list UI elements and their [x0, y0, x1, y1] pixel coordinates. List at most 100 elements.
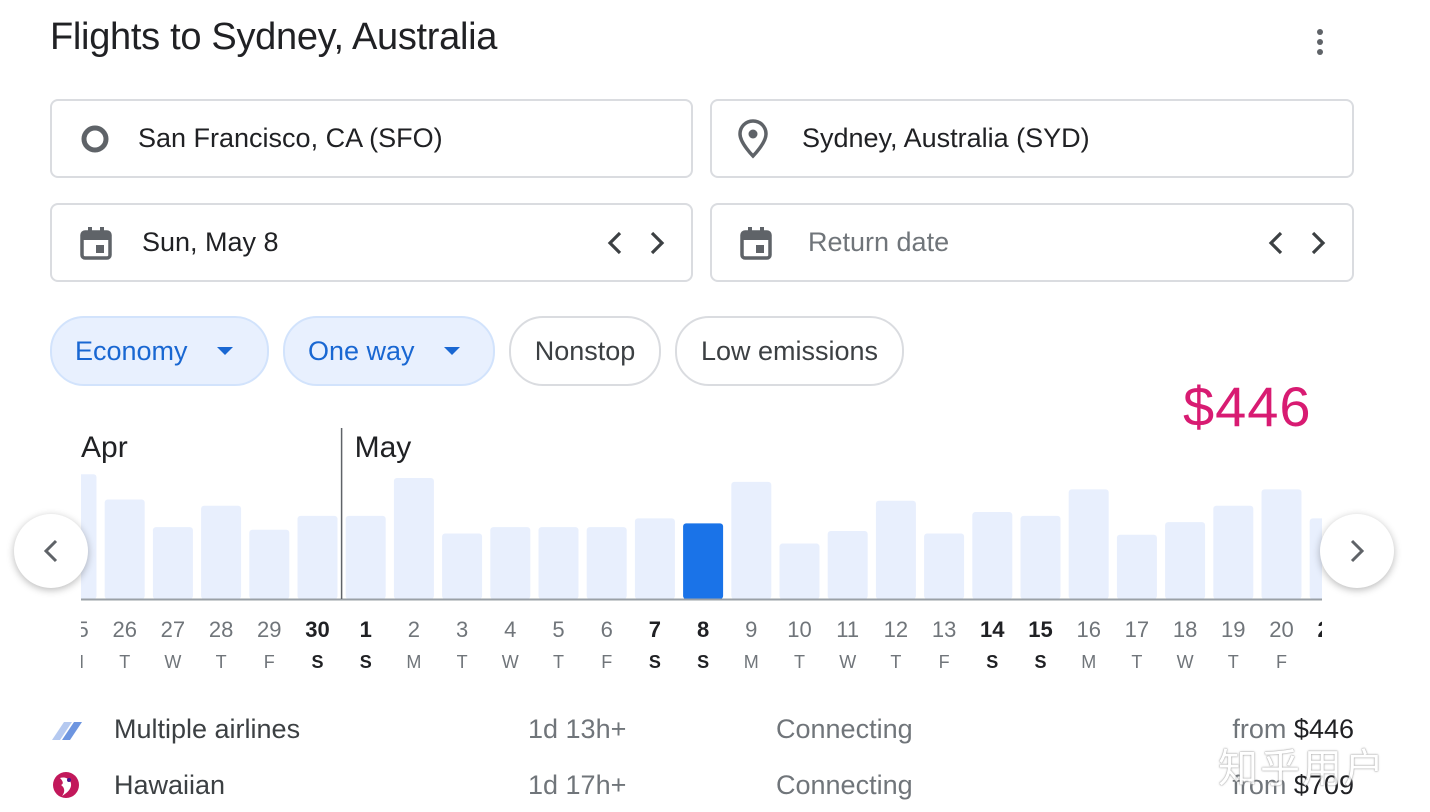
day-date-label: 14	[980, 617, 1005, 642]
day-of-week-label: S	[697, 652, 709, 672]
price-bar[interactable]	[779, 543, 820, 599]
chevron-right-icon	[1350, 539, 1365, 563]
day-date-label: 16	[1076, 617, 1100, 642]
day-date-label: 21	[1317, 617, 1341, 642]
month-label: Apr	[81, 431, 128, 464]
day-date-label: 7	[649, 617, 661, 642]
day-of-week-label: W	[839, 652, 856, 672]
nonstop-filter-chip[interactable]: Nonstop	[509, 316, 661, 386]
result-row[interactable]: Hawaiian 1d 17h+ Connecting from $709	[50, 764, 1360, 808]
day-of-week-label: S	[311, 652, 323, 672]
day-of-week-label: F	[601, 652, 612, 672]
day-date-label: 27	[161, 617, 185, 642]
price-bar[interactable]	[442, 533, 483, 599]
day-of-week-label: S	[1324, 652, 1336, 672]
next-date-chevron-icon[interactable]	[1306, 226, 1330, 260]
day-of-week-label: W	[1177, 652, 1194, 672]
more-options-icon[interactable]	[1300, 22, 1340, 62]
price-bar[interactable]	[297, 515, 338, 599]
day-of-week-label: W	[502, 652, 519, 672]
calendar-icon	[80, 226, 112, 260]
chart-scroll-right-button[interactable]	[1320, 514, 1394, 588]
day-of-week-label: F	[264, 652, 275, 672]
day-of-week-label: M	[744, 652, 759, 672]
origin-value: San Francisco, CA (SFO)	[138, 123, 443, 153]
destination-value: Sydney, Australia (SYD)	[802, 123, 1090, 153]
price-bar[interactable]	[1020, 515, 1061, 599]
price-bar[interactable]	[152, 527, 193, 599]
price-bar[interactable]	[345, 515, 386, 599]
day-of-week-label: T	[1131, 652, 1142, 672]
price-bar[interactable]	[924, 533, 965, 599]
location-pin-icon	[738, 118, 768, 159]
day-of-week-label: T	[553, 652, 564, 672]
price-bar[interactable]	[1261, 489, 1302, 599]
price-bar[interactable]	[1116, 534, 1157, 599]
price-bar[interactable]	[827, 530, 868, 599]
day-date-label: 30	[305, 617, 329, 642]
dropdown-arrow-icon	[443, 346, 461, 356]
price-bar[interactable]	[634, 518, 675, 599]
departure-date-value: Sun, May 8	[142, 227, 279, 257]
hawaiian-logo	[52, 770, 80, 807]
day-of-week-label: T	[119, 652, 130, 672]
day-of-week-label: T	[794, 652, 805, 672]
day-of-week-label: M	[69, 652, 84, 672]
day-date-label: 15	[1028, 617, 1052, 642]
day-of-week-label: T	[216, 652, 227, 672]
price-bar[interactable]	[1068, 489, 1109, 599]
day-date-label: 28	[209, 617, 233, 642]
stops-info: Connecting	[776, 714, 913, 744]
flight-duration: 1d 17h+	[528, 770, 627, 800]
previous-date-chevron-icon[interactable]	[1264, 226, 1288, 260]
price-calendar-chart: 25 M 26 T 27 W 28 T 29 F 30 S 1 S 2 M 3 T 4 W 5 T 6 F 7 S 8 S 9 M 10 T 1…	[69, 428, 1341, 672]
day-of-week-label: T	[890, 652, 901, 672]
price-bar[interactable]	[586, 527, 627, 599]
chart-scroll-left-button[interactable]	[14, 514, 88, 588]
day-of-week-label: S	[986, 652, 998, 672]
stops-info: Connecting	[776, 770, 913, 800]
day-date-label: 26	[112, 617, 136, 642]
calendar-icon	[740, 226, 772, 260]
day-of-week-label: M	[1081, 652, 1096, 672]
day-date-label: 12	[884, 617, 908, 642]
price-bar-selected[interactable]	[683, 523, 724, 599]
price-bar[interactable]	[1165, 522, 1206, 599]
flight-duration: 1d 13h+	[528, 714, 627, 744]
price-bar[interactable]	[731, 481, 772, 599]
next-date-chevron-icon[interactable]	[645, 226, 669, 260]
low-emissions-filter-chip[interactable]: Low emissions	[675, 316, 904, 386]
price-bar[interactable]	[538, 527, 579, 599]
trip-type-label: One way	[308, 335, 415, 366]
price-bar[interactable]	[972, 512, 1013, 599]
price-bar[interactable]	[875, 500, 916, 599]
price-bar[interactable]	[104, 499, 145, 599]
price-bar[interactable]	[201, 505, 242, 599]
day-date-label: 19	[1221, 617, 1245, 642]
day-date-label: 4	[504, 617, 516, 642]
previous-date-chevron-icon[interactable]	[603, 226, 627, 260]
price-bar[interactable]	[249, 529, 290, 599]
day-of-week-label: S	[1034, 652, 1046, 672]
price-bar[interactable]	[393, 478, 434, 599]
month-label: May	[355, 431, 412, 464]
day-of-week-label: S	[649, 652, 661, 672]
day-date-label: 11	[836, 617, 859, 642]
destination-field[interactable]: Sydney, Australia (SYD)	[710, 99, 1354, 178]
return-date-placeholder: Return date	[808, 227, 950, 257]
result-row[interactable]: Multiple airlines 1d 13h+ Connecting fro…	[50, 708, 1360, 752]
departure-date-field[interactable]: Sun, May 8	[50, 203, 693, 282]
chevron-left-icon	[43, 539, 58, 563]
price-bar[interactable]	[490, 527, 531, 599]
day-date-label: 1	[360, 617, 372, 642]
day-date-label: 9	[745, 617, 757, 642]
day-date-label: 2	[408, 617, 420, 642]
day-of-week-label: T	[1228, 652, 1239, 672]
trip-type-dropdown[interactable]: One way	[283, 316, 495, 386]
airline-name: Hawaiian	[114, 770, 226, 800]
price-bar[interactable]	[1213, 505, 1254, 599]
day-of-week-label: S	[360, 652, 372, 672]
return-date-field[interactable]: Return date	[710, 203, 1354, 282]
origin-field[interactable]: San Francisco, CA (SFO)	[50, 99, 693, 178]
cabin-class-dropdown[interactable]: Economy	[50, 316, 269, 386]
